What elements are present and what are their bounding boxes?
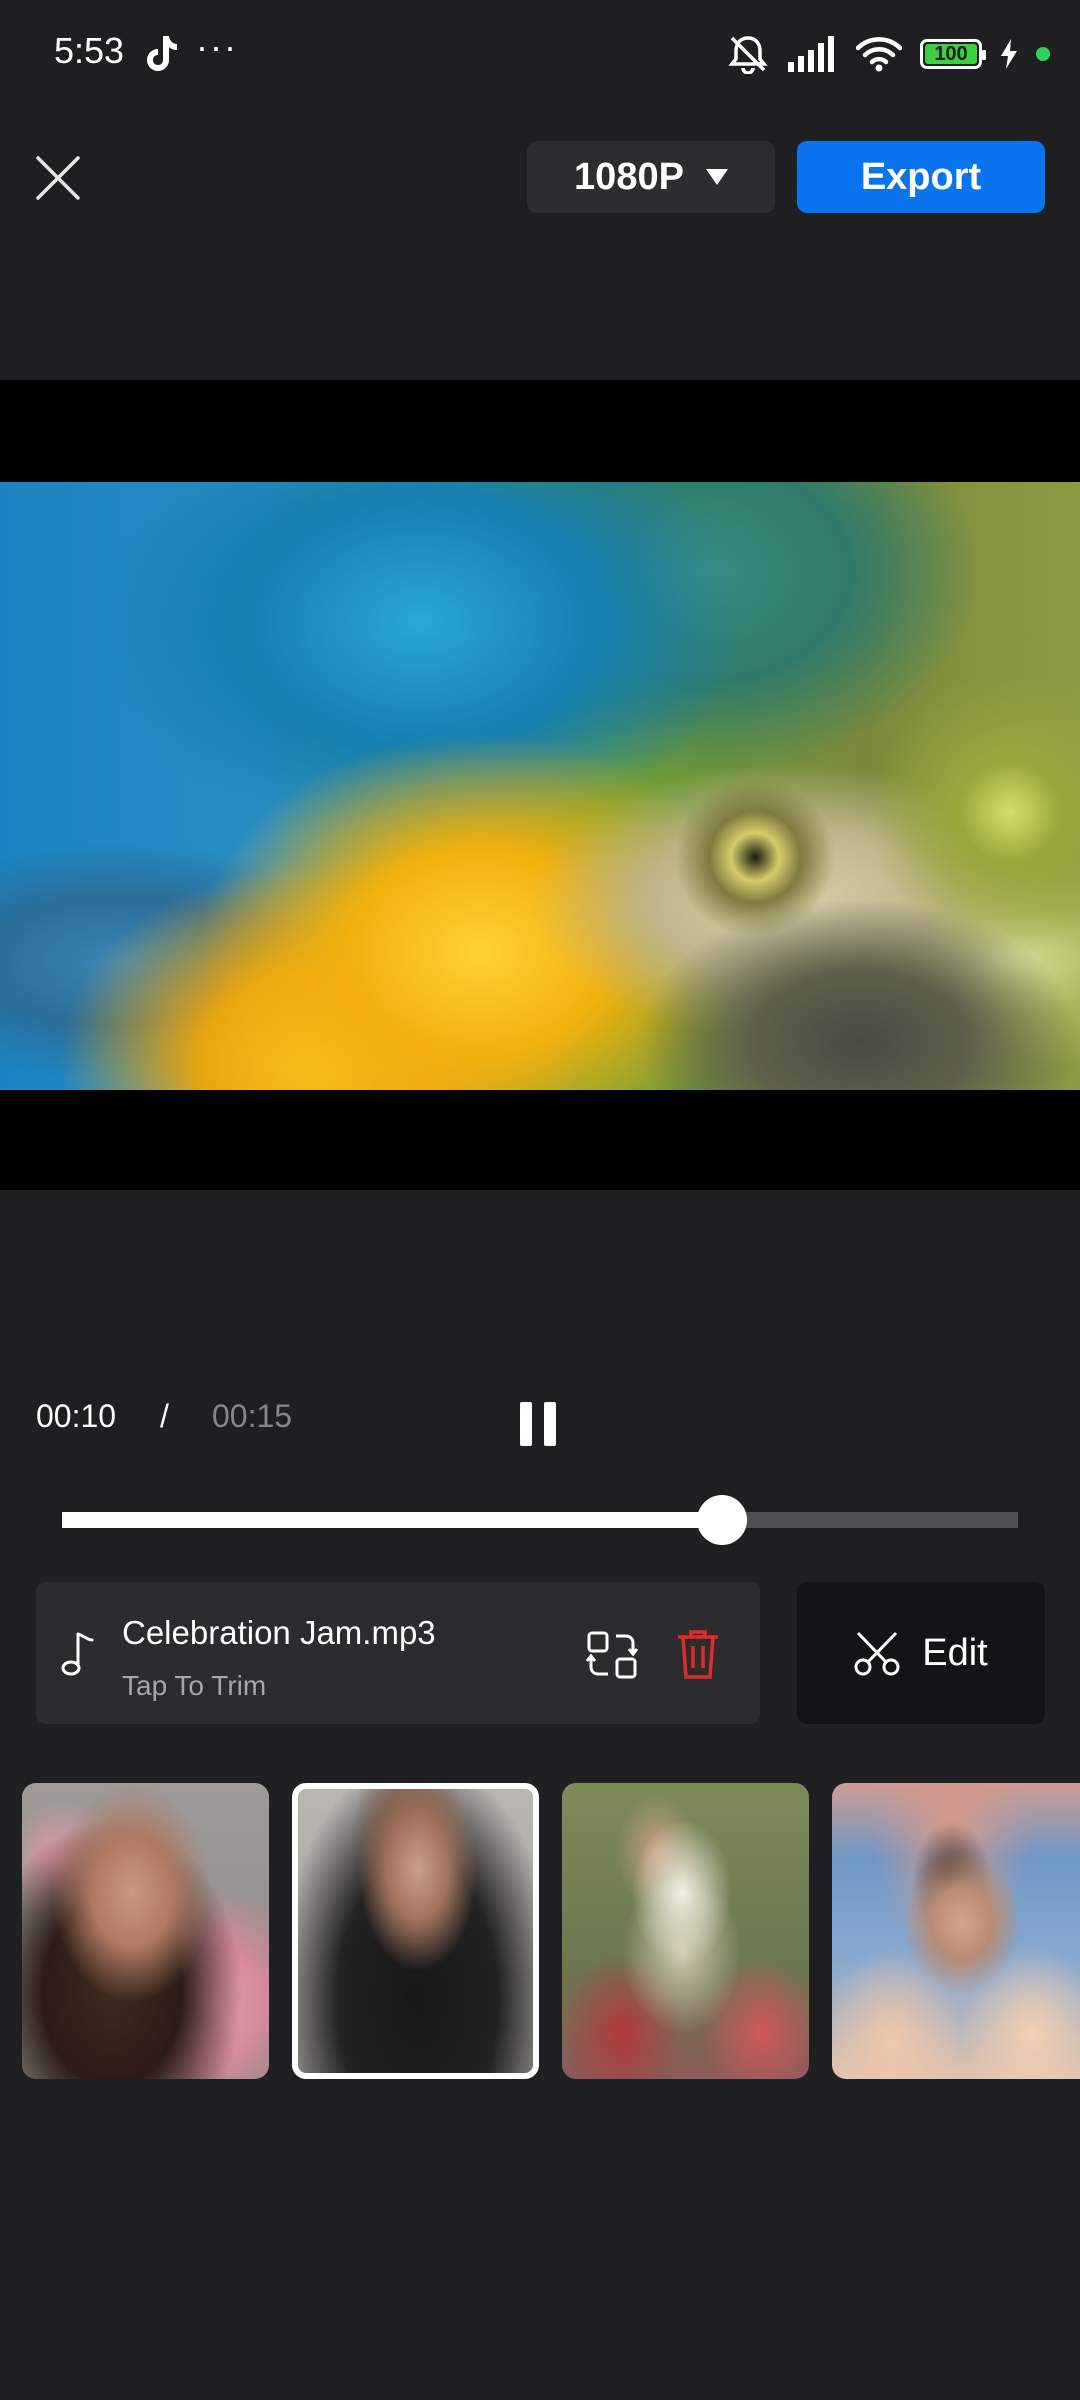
resolution-dropdown[interactable]: 1080P [527,141,775,213]
clip-thumbnail-1[interactable] [22,1783,269,2079]
timeline-slider[interactable] [62,1495,1018,1545]
charging-icon [1001,39,1017,69]
audio-track-card[interactable]: Celebration Jam.mp3 Tap To Trim [36,1582,760,1724]
caret-down-icon [705,169,728,185]
resolution-value: 1080P [574,155,684,198]
pause-button[interactable] [518,1402,558,1446]
audio-track-name: Celebration Jam.mp3 [122,1614,436,1651]
battery-level: 100 [934,42,968,65]
pause-icon [520,1402,532,1446]
preview-frame-image [0,482,1080,1090]
export-button[interactable]: Export [797,141,1045,213]
privacy-dot [1036,47,1050,61]
close-icon [36,156,80,200]
signal-icon [788,36,834,72]
clip-thumbnail-4[interactable] [832,1783,1080,2079]
status-bar: 5:53 ··· 100 [0,0,1080,110]
trash-icon[interactable] [676,1628,720,1680]
status-time: 5:53 [54,30,125,71]
clip-thumbnail-2-selected[interactable] [292,1783,539,2079]
video-preview[interactable] [0,380,1080,1190]
close-button[interactable] [30,150,86,206]
current-time: 00:10 [36,1398,117,1434]
clip-thumbnail-3[interactable] [562,1783,809,2079]
wifi-icon [856,37,902,72]
time-separator: / [160,1398,169,1434]
replace-icon[interactable] [586,1630,638,1680]
status-icons: 100 [726,32,1050,76]
scissors-icon [854,1631,900,1676]
mute-icon [728,36,768,74]
edit-button[interactable]: Edit [797,1582,1045,1724]
music-note-icon [61,1632,94,1676]
battery-icon: 100 [920,39,986,69]
status-more-dots: ··· [196,26,238,67]
export-label: Export [860,155,982,198]
tiktok-icon [147,36,177,71]
timeline-thumb[interactable] [696,1495,747,1545]
timeline-progress [62,1512,722,1528]
total-time: 00:15 [212,1398,293,1434]
edit-label: Edit [922,1631,988,1674]
audio-trim-hint: Tap To Trim [122,1670,267,1701]
